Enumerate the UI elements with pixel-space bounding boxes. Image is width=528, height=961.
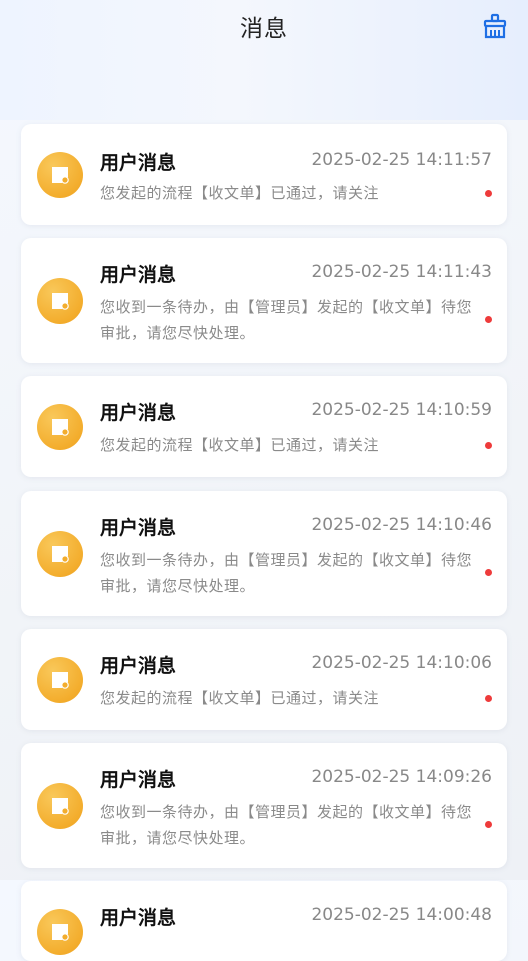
message-avatar — [37, 152, 83, 198]
message-avatar — [37, 657, 83, 703]
message-card[interactable]: 用户消息 2025-02-25 14:10:46 您收到一条待办，由【管理员】发… — [21, 491, 507, 616]
message-title: 用户消息 — [100, 907, 177, 929]
message-content: 您发起的流程【收文单】已通过，请关注 — [100, 436, 380, 454]
message-card[interactable]: 用户消息 2025-02-25 14:11:57 您发起的流程【收文单】已通过，… — [21, 124, 507, 225]
document-icon — [52, 672, 69, 689]
message-content: 您发起的流程【收文单】已通过，请关注 — [100, 689, 380, 707]
message-time: 2025-02-25 14:10:59 — [311, 400, 492, 420]
message-title: 用户消息 — [100, 152, 177, 174]
message-card[interactable]: 用户消息 2025-02-25 14:00:48 — [21, 881, 507, 961]
message-title: 用户消息 — [100, 517, 177, 539]
clear-messages-button[interactable] — [482, 13, 508, 39]
unread-dot — [485, 821, 492, 828]
message-avatar — [37, 783, 83, 829]
header: 消息 — [0, 0, 528, 52]
message-time: 2025-02-25 14:10:46 — [311, 515, 492, 535]
unread-dot — [485, 442, 492, 449]
document-icon — [52, 798, 69, 815]
message-list: 用户消息 2025-02-25 14:11:57 您发起的流程【收文单】已通过，… — [0, 52, 528, 961]
message-time: 2025-02-25 14:11:57 — [311, 150, 492, 170]
unread-dot — [485, 316, 492, 323]
message-title: 用户消息 — [100, 769, 177, 791]
message-time: 2025-02-25 14:11:43 — [311, 262, 492, 282]
unread-dot — [485, 569, 492, 576]
message-avatar — [37, 404, 83, 450]
message-card[interactable]: 用户消息 2025-02-25 14:11:43 您收到一条待办，由【管理员】发… — [21, 238, 507, 363]
message-title: 用户消息 — [100, 655, 177, 677]
message-time: 2025-02-25 14:09:26 — [311, 767, 492, 787]
message-time: 2025-02-25 14:10:06 — [311, 653, 492, 673]
document-icon — [52, 167, 69, 184]
message-title: 用户消息 — [100, 264, 177, 286]
message-content: 您收到一条待办，由【管理员】发起的【收文单】待您审批，请您尽快处理。 — [100, 298, 473, 342]
unread-dot — [485, 190, 492, 197]
message-content: 您收到一条待办，由【管理员】发起的【收文单】待您审批，请您尽快处理。 — [100, 803, 473, 847]
message-avatar — [37, 278, 83, 324]
message-card[interactable]: 用户消息 2025-02-25 14:09:26 您收到一条待办，由【管理员】发… — [21, 743, 507, 868]
message-title: 用户消息 — [100, 402, 177, 424]
message-card[interactable]: 用户消息 2025-02-25 14:10:06 您发起的流程【收文单】已通过，… — [21, 629, 507, 730]
message-avatar — [37, 531, 83, 577]
message-avatar — [37, 909, 83, 955]
unread-dot — [485, 695, 492, 702]
document-icon — [52, 546, 69, 563]
document-icon — [52, 924, 69, 941]
page-title: 消息 — [240, 16, 288, 42]
document-icon — [52, 419, 69, 436]
message-content: 您发起的流程【收文单】已通过，请关注 — [100, 184, 380, 202]
document-icon — [52, 293, 69, 310]
message-content: 您收到一条待办，由【管理员】发起的【收文单】待您审批，请您尽快处理。 — [100, 551, 473, 595]
message-card[interactable]: 用户消息 2025-02-25 14:10:59 您发起的流程【收文单】已通过，… — [21, 376, 507, 477]
message-time: 2025-02-25 14:00:48 — [311, 905, 492, 925]
broom-icon — [483, 13, 507, 39]
